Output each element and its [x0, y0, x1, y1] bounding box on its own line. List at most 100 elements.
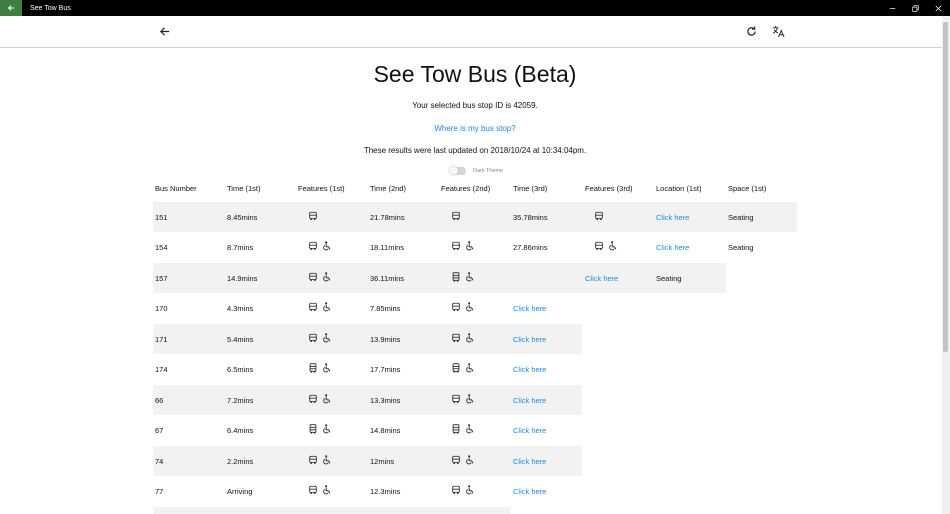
double-decker-bus-icon	[309, 363, 317, 373]
location-link[interactable]: Click here	[513, 335, 546, 344]
minimize-button[interactable]	[881, 0, 904, 16]
wheelchair-icon	[323, 302, 331, 312]
bus-icon	[452, 394, 460, 403]
double-decker-bus-icon	[452, 424, 460, 434]
wheelchair-icon	[323, 485, 331, 495]
space-1st: Seating	[728, 213, 754, 222]
time-3rd: 27.86mins	[513, 243, 548, 252]
bus-icon	[452, 241, 460, 250]
scrollbar-thumb[interactable]	[943, 22, 948, 352]
header-features-2nd: Features (2nd)	[441, 184, 491, 193]
bus-number: 77	[155, 487, 164, 496]
arrow-left-icon	[7, 5, 15, 11]
time-2nd: 17.7mins	[370, 365, 401, 374]
double-decker-bus-icon	[452, 272, 460, 282]
location-link[interactable]: Click here	[585, 274, 618, 283]
main-content: See Tow Bus (Beta) Your selected bus sto…	[0, 48, 942, 514]
wheelchair-icon	[323, 333, 331, 343]
bus-number: 151	[155, 213, 168, 222]
restore-icon	[912, 4, 919, 12]
time-1st: 7.2mins	[227, 396, 254, 405]
bus-icon	[595, 241, 603, 250]
last-updated-text: These results were last updated on 2018/…	[363, 146, 587, 155]
bus-icon	[452, 485, 460, 494]
bus-number: 66	[155, 396, 164, 405]
back-button[interactable]	[156, 23, 172, 39]
time-1st: 6.4mins	[227, 426, 254, 435]
bus-icon	[309, 394, 317, 403]
restore-button[interactable]	[904, 0, 927, 16]
dark-theme-label: Dark Theme	[473, 168, 504, 174]
bus-number: 174	[155, 365, 168, 374]
space-1st: Seating	[656, 274, 682, 283]
table-row: 154 8.7mins 18.11mins 27.86mins Click he…	[153, 232, 797, 262]
wheelchair-icon	[609, 241, 617, 251]
time-1st: 14.9mins	[227, 274, 258, 283]
time-3rd: 35.78mins	[513, 213, 548, 222]
minimize-icon	[889, 7, 896, 9]
where-is-stop-link[interactable]: Where is my bus stop?	[434, 124, 515, 133]
double-decker-bus-icon	[452, 363, 460, 373]
selected-stop-text: Your selected bus stop ID is 42059.	[412, 101, 538, 110]
bus-icon	[309, 485, 317, 494]
header-features-1st: Features (1st)	[298, 184, 345, 193]
refresh-button[interactable]	[743, 23, 759, 39]
window-titlebar: See Tow Bus	[0, 0, 950, 16]
translate-icon	[772, 25, 784, 37]
time-1st: Arriving	[227, 487, 253, 496]
wheelchair-icon	[466, 424, 474, 434]
header-features-3rd: Features (3rd)	[585, 184, 633, 193]
location-link[interactable]: Click here	[513, 396, 546, 405]
time-2nd: 18.11mins	[370, 243, 405, 252]
bus-icon	[452, 333, 460, 342]
time-1st: 6.5mins	[227, 365, 254, 374]
location-link[interactable]: Click here	[513, 457, 546, 466]
location-link[interactable]: Click here	[513, 487, 546, 496]
bus-icon	[309, 241, 317, 250]
space-1st: Seating	[728, 243, 754, 252]
wheelchair-icon	[323, 424, 331, 434]
bus-icon	[452, 455, 460, 464]
double-decker-bus-icon	[309, 424, 317, 434]
header-space-1st: Space (1st)	[728, 184, 767, 193]
dark-theme-toggle[interactable]	[449, 166, 466, 175]
arrow-left-icon	[159, 26, 169, 36]
time-2nd: 7.85mins	[370, 304, 401, 313]
wheelchair-icon	[466, 241, 474, 251]
bus-icon	[452, 211, 460, 220]
vertical-scrollbar[interactable]	[942, 16, 950, 514]
time-2nd: 12mins	[370, 457, 395, 466]
bus-number: 170	[155, 304, 168, 313]
wheelchair-icon	[323, 363, 331, 373]
bus-number: 171	[155, 335, 168, 344]
window-back-button[interactable]	[0, 0, 22, 16]
close-button[interactable]	[927, 0, 950, 16]
header-location-1st: Location (1st)	[656, 184, 702, 193]
bus-icon	[309, 333, 317, 342]
location-link[interactable]: Click here	[656, 213, 689, 222]
wheelchair-icon	[323, 455, 331, 465]
bus-icon	[452, 302, 460, 311]
location-link[interactable]: Click here	[513, 365, 546, 374]
table-row: 170 4.3mins 7.85mins Click here	[153, 293, 582, 323]
time-2nd: 36.11mins	[370, 274, 405, 283]
wheelchair-icon	[466, 363, 474, 373]
location-link[interactable]: Click here	[513, 426, 546, 435]
wheelchair-icon	[323, 394, 331, 404]
time-2nd: 13.3mins	[370, 396, 401, 405]
header-time-3rd: Time (3rd)	[513, 184, 548, 193]
table-row: 171 5.4mins 13.9mins Click here	[153, 324, 582, 354]
wheelchair-icon	[466, 394, 474, 404]
translate-button[interactable]	[770, 23, 786, 39]
location-link[interactable]: Click here	[656, 243, 689, 252]
bus-icon	[309, 455, 317, 464]
wheelchair-icon	[466, 333, 474, 343]
app-bar	[0, 16, 942, 48]
wheelchair-icon	[323, 272, 331, 282]
bus-icon	[309, 211, 317, 220]
table-row: 77 Arriving 12.3mins Click here	[153, 476, 582, 506]
toggle-knob	[449, 166, 458, 175]
location-link[interactable]: Click here	[513, 304, 546, 313]
table-row: 67 6.4mins 14.8mins Click here	[153, 415, 582, 445]
table-row: 66 7.2mins 13.3mins Click here	[153, 385, 582, 415]
